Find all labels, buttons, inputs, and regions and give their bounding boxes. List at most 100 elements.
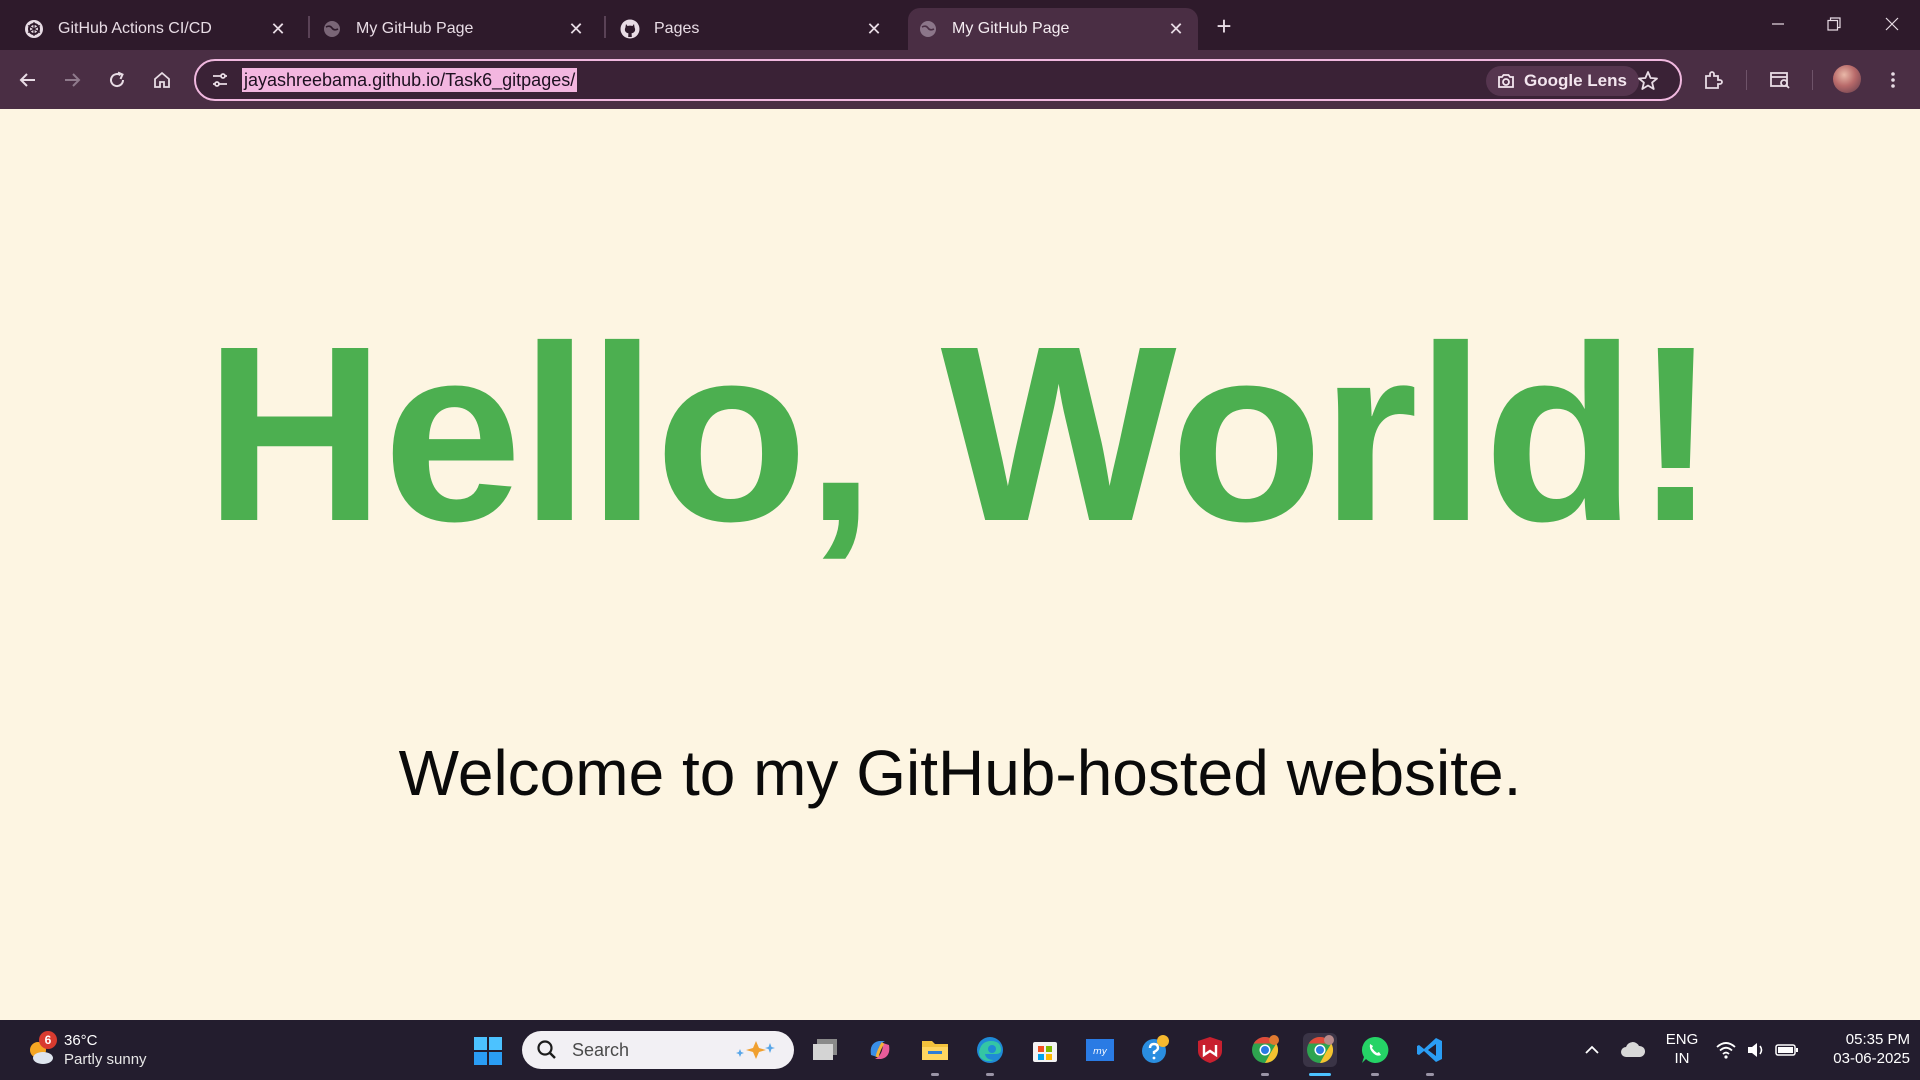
bookmark-star-icon[interactable] bbox=[1636, 69, 1660, 93]
language-region: IN bbox=[1674, 1050, 1690, 1067]
back-button[interactable] bbox=[12, 64, 44, 96]
new-tab-button[interactable]: + bbox=[1210, 11, 1238, 41]
running-indicator bbox=[1309, 1073, 1331, 1076]
camera-icon bbox=[1498, 74, 1514, 88]
url-text[interactable]: jayashreebama.github.io/Task6_gitpages/ bbox=[242, 68, 578, 92]
openai-icon bbox=[24, 19, 44, 39]
system-clock[interactable]: 05:35 PM 03-06-2025 bbox=[1810, 1030, 1910, 1068]
menu-button[interactable] bbox=[1877, 64, 1909, 96]
search-placeholder: Search bbox=[572, 1039, 630, 1060]
toolbar-divider bbox=[1812, 70, 1813, 90]
close-window-button[interactable] bbox=[1872, 8, 1912, 40]
copilot-sparkle-icon bbox=[736, 1041, 775, 1059]
tab-github-actions[interactable]: GitHub Actions CI/CD ✕ bbox=[0, 8, 300, 50]
whatsapp-icon bbox=[1361, 1036, 1389, 1063]
tab-search-button[interactable] bbox=[1764, 64, 1796, 96]
puzzle-icon bbox=[1705, 71, 1723, 89]
whatsapp-app[interactable] bbox=[1358, 1033, 1392, 1076]
show-hidden-icons-button[interactable] bbox=[1580, 1038, 1604, 1062]
store-icon bbox=[1033, 1042, 1057, 1062]
copilot-icon bbox=[870, 1041, 890, 1059]
github-icon bbox=[620, 19, 640, 39]
close-tab-icon[interactable]: ✕ bbox=[564, 17, 588, 41]
vscode-app[interactable] bbox=[1413, 1033, 1447, 1076]
home-button[interactable] bbox=[146, 64, 178, 96]
weather-badge: 6 bbox=[39, 1031, 57, 1049]
tab-my-github-page-active[interactable]: My GitHub Page ✕ bbox=[908, 8, 1198, 50]
close-tab-icon[interactable]: ✕ bbox=[266, 17, 290, 41]
volume-button[interactable] bbox=[1744, 1038, 1768, 1062]
wifi-icon bbox=[1716, 1042, 1736, 1059]
battery-icon bbox=[1775, 1044, 1798, 1056]
globe-icon bbox=[322, 19, 342, 39]
mypc-icon: my bbox=[1086, 1039, 1114, 1061]
browser-toolbar: jayashreebama.github.io/Task6_gitpages/ … bbox=[0, 50, 1920, 109]
extensions-button[interactable] bbox=[1697, 64, 1729, 96]
running-indicator bbox=[1371, 1073, 1379, 1076]
battery-button[interactable] bbox=[1774, 1038, 1800, 1062]
tab-title: My GitHub Page bbox=[952, 20, 1070, 37]
tab-title: Pages bbox=[654, 20, 700, 37]
web-page: Hello, World! Welcome to my GitHub-hoste… bbox=[0, 109, 1920, 1020]
edge-app[interactable] bbox=[973, 1033, 1007, 1076]
tab-strip: GitHub Actions CI/CD ✕ My GitHub Page ✕ … bbox=[0, 0, 1920, 50]
close-tab-icon[interactable]: ✕ bbox=[862, 17, 886, 41]
running-indicator bbox=[986, 1073, 994, 1076]
minimize-button[interactable] bbox=[1758, 8, 1798, 40]
chrome-active-app[interactable] bbox=[1303, 1033, 1337, 1076]
mcafee-mypc-app[interactable]: my bbox=[1083, 1033, 1117, 1067]
search-icon bbox=[537, 1040, 556, 1059]
tab-pages[interactable]: Pages ✕ bbox=[596, 8, 896, 50]
kebab-menu-icon bbox=[1891, 72, 1895, 88]
chrome-profile-app[interactable] bbox=[1248, 1033, 1282, 1076]
google-lens-button[interactable]: Google Lens bbox=[1486, 66, 1639, 96]
close-tab-icon[interactable]: ✕ bbox=[1164, 17, 1188, 41]
cloud-icon bbox=[1621, 1042, 1646, 1057]
clock-date: 03-06-2025 bbox=[1833, 1050, 1910, 1067]
onedrive-button[interactable] bbox=[1618, 1038, 1648, 1062]
toolbar-divider bbox=[1746, 70, 1747, 90]
wifi-button[interactable] bbox=[1714, 1038, 1738, 1062]
site-info-icon[interactable] bbox=[210, 70, 230, 90]
task-view-icon bbox=[813, 1039, 837, 1060]
help-icon bbox=[1142, 1035, 1169, 1063]
weather-widget[interactable]: 6 36°C Partly sunny bbox=[22, 1030, 182, 1072]
vscode-icon bbox=[1417, 1038, 1442, 1062]
forward-button[interactable] bbox=[56, 64, 88, 96]
microsoft-store-app[interactable] bbox=[1028, 1033, 1062, 1067]
windows-taskbar: 6 36°C Partly sunny Search my ENG IN 05:… bbox=[0, 1020, 1920, 1080]
restore-button[interactable] bbox=[1814, 8, 1854, 40]
tab-my-github-page[interactable]: My GitHub Page ✕ bbox=[298, 8, 598, 50]
input-language[interactable]: ENG IN bbox=[1662, 1030, 1702, 1068]
profile-avatar[interactable] bbox=[1833, 65, 1861, 93]
page-paragraph: Welcome to my GitHub-hosted website. bbox=[398, 737, 1522, 809]
chevron-up-icon bbox=[1585, 1045, 1599, 1054]
windows-logo-icon bbox=[474, 1037, 502, 1065]
taskbar-search[interactable]: Search bbox=[522, 1031, 794, 1069]
reload-button[interactable] bbox=[101, 64, 133, 96]
mcafee-app[interactable] bbox=[1193, 1033, 1227, 1067]
speaker-icon bbox=[1748, 1043, 1763, 1057]
running-indicator bbox=[1261, 1073, 1269, 1076]
google-lens-label: Google Lens bbox=[1524, 71, 1627, 90]
get-help-app[interactable] bbox=[1138, 1033, 1172, 1067]
chrome-icon bbox=[1307, 1035, 1334, 1064]
copilot-app[interactable] bbox=[863, 1033, 897, 1067]
edge-icon bbox=[977, 1037, 1003, 1063]
tab-title: My GitHub Page bbox=[356, 20, 474, 37]
file-explorer-app[interactable] bbox=[918, 1033, 952, 1076]
globe-icon bbox=[918, 19, 938, 39]
task-view-button[interactable] bbox=[808, 1033, 842, 1067]
chrome-icon bbox=[1252, 1035, 1279, 1064]
running-indicator bbox=[931, 1073, 939, 1076]
running-indicator bbox=[1426, 1073, 1434, 1076]
weather-temperature: 36°C bbox=[64, 1032, 98, 1049]
weather-condition: Partly sunny bbox=[64, 1051, 147, 1068]
page-heading: Hello, World! bbox=[204, 294, 1718, 573]
mcafee-shield-icon bbox=[1198, 1037, 1222, 1063]
folder-icon bbox=[922, 1041, 948, 1060]
svg-text:my: my bbox=[1093, 1047, 1108, 1057]
start-button[interactable] bbox=[473, 1036, 503, 1066]
address-bar[interactable]: jayashreebama.github.io/Task6_gitpages/ … bbox=[194, 59, 1682, 101]
tab-title: GitHub Actions CI/CD bbox=[58, 20, 212, 37]
